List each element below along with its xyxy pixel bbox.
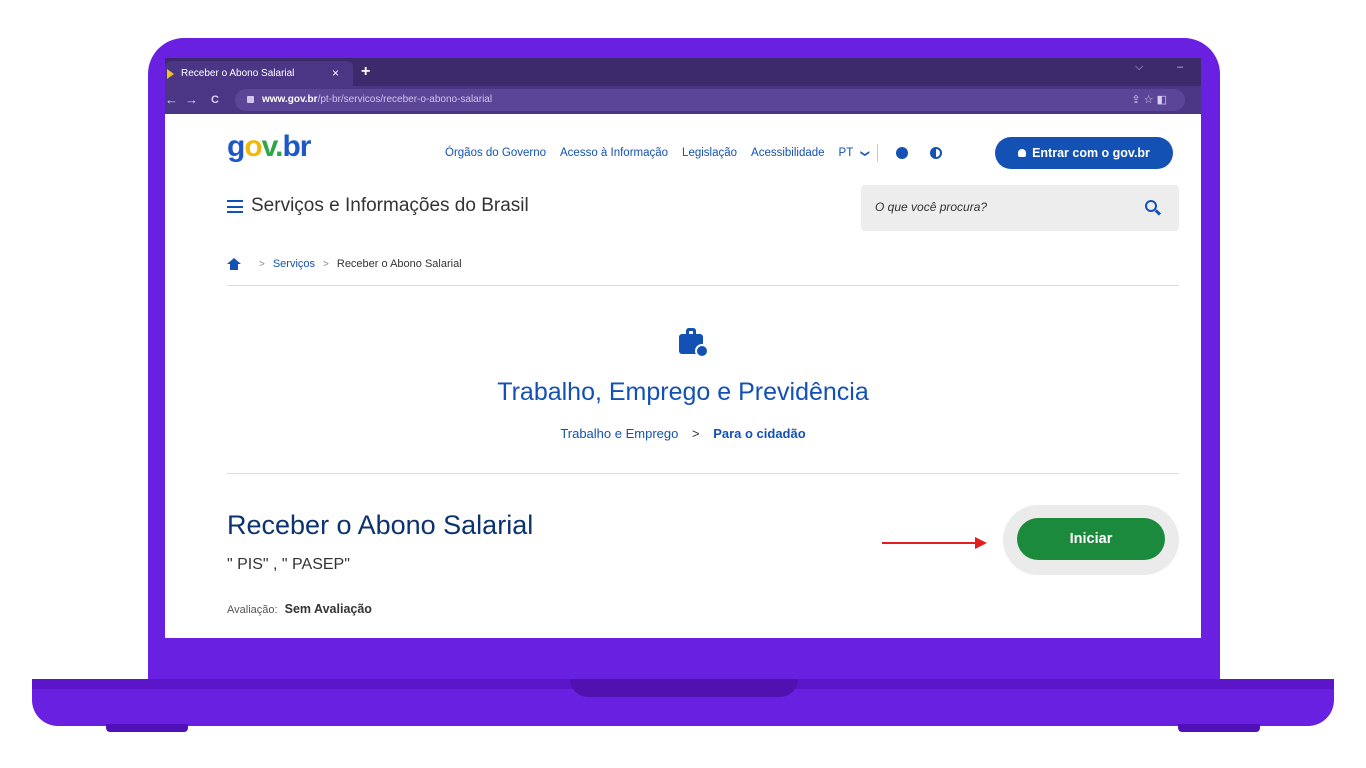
breadcrumb-link-servicos[interactable]: Serviços	[273, 258, 315, 270]
web-page: gov.br Órgãos do Governo Acesso à Inform…	[165, 114, 1201, 638]
site-title: Serviços e Informações do Brasil	[251, 195, 529, 216]
hamburger-menu-icon[interactable]	[227, 200, 243, 213]
annotation-arrow	[882, 542, 978, 544]
annotation-arrow-head	[975, 537, 987, 549]
url-actions-icons[interactable]: ⇪ ☆ ◧	[1131, 89, 1167, 111]
nav-divider	[876, 144, 878, 162]
top-navigation: Órgãos do Governo Acesso à Informação Le…	[445, 144, 964, 162]
govbr-logo[interactable]: gov.br	[227, 132, 311, 162]
browser-tab-bar: Receber o Abono Salarial × + ⌵ –	[165, 58, 1201, 86]
section-divider	[227, 285, 1179, 286]
browser-tab[interactable]: Receber o Abono Salarial ×	[165, 61, 353, 86]
lock-icon	[247, 95, 254, 103]
briefcase-clock-icon	[679, 328, 709, 358]
url-path: /pt-br/servicos/receber-o-abono-salarial	[317, 94, 493, 105]
nav-link-acesso-informacao[interactable]: Acesso à Informação	[560, 147, 668, 159]
browser-address-bar: ← → C www.gov.br/pt-br/servicos/receber-…	[165, 86, 1201, 114]
laptop-foot-left	[106, 724, 188, 732]
category-subnav: Trabalho e Emprego > Para o cidadão	[165, 426, 1201, 441]
search-input[interactable]: O que você procura?	[861, 185, 1179, 231]
laptop-notch	[570, 679, 798, 697]
service-title: Receber o Abono Salarial	[227, 510, 534, 540]
subnav-current[interactable]: Para o cidadão	[713, 426, 805, 441]
nav-link-acessibilidade[interactable]: Acessibilidade	[751, 147, 825, 159]
category-title: Trabalho, Emprego e Previdência	[497, 378, 869, 406]
nav-link-legislacao[interactable]: Legislação	[682, 147, 737, 159]
laptop-screen: Receber o Abono Salarial × + ⌵ – ← → C w…	[165, 58, 1201, 638]
tab-title: Receber o Abono Salarial	[181, 68, 295, 79]
chevron-down-icon[interactable]: ❯	[860, 149, 871, 157]
breadcrumb: > Serviços > Receber o Abono Salarial	[227, 258, 462, 270]
breadcrumb-separator: >	[259, 258, 265, 270]
back-icon[interactable]: ←	[165, 92, 178, 108]
start-button-highlight: Iniciar	[1003, 505, 1179, 575]
tab-close-icon[interactable]: ×	[332, 61, 339, 86]
service-rating: Avaliação: Sem Avaliação	[227, 602, 372, 616]
favicon-icon	[167, 69, 174, 79]
minimize-button[interactable]: –	[1177, 61, 1183, 73]
reload-icon[interactable]: C	[211, 92, 219, 108]
rating-label: Avaliação:	[227, 604, 278, 616]
section-divider	[227, 473, 1179, 474]
nav-link-orgaos[interactable]: Órgãos do Governo	[445, 147, 546, 159]
service-tags: " PIS" , " PASEP"	[227, 556, 350, 573]
search-icon[interactable]	[1145, 200, 1157, 212]
language-selector[interactable]: PT	[839, 147, 854, 159]
tab-search-icon[interactable]: ⌵	[1135, 61, 1143, 74]
contrast-icon[interactable]	[929, 147, 942, 159]
start-button[interactable]: Iniciar	[1017, 518, 1165, 560]
login-button-label: Entrar com o gov.br	[1032, 146, 1150, 160]
subnav-link-trabalho-emprego[interactable]: Trabalho e Emprego	[560, 426, 678, 441]
cookie-icon[interactable]	[895, 147, 908, 159]
laptop-foot-right	[1178, 724, 1260, 732]
url-input[interactable]: www.gov.br/pt-br/servicos/receber-o-abon…	[235, 89, 1185, 111]
search-placeholder: O que você procura?	[875, 200, 988, 214]
rating-value: Sem Avaliação	[284, 602, 372, 616]
new-tab-button[interactable]: +	[361, 61, 370, 83]
forward-icon[interactable]: →	[185, 92, 198, 108]
breadcrumb-separator: >	[323, 258, 329, 270]
url-host: www.gov.br	[262, 94, 318, 105]
home-icon[interactable]	[227, 258, 241, 270]
subnav-separator: >	[691, 426, 700, 441]
user-icon	[1018, 149, 1027, 157]
login-button[interactable]: Entrar com o gov.br	[995, 137, 1173, 169]
breadcrumb-current: Receber o Abono Salarial	[336, 258, 462, 270]
